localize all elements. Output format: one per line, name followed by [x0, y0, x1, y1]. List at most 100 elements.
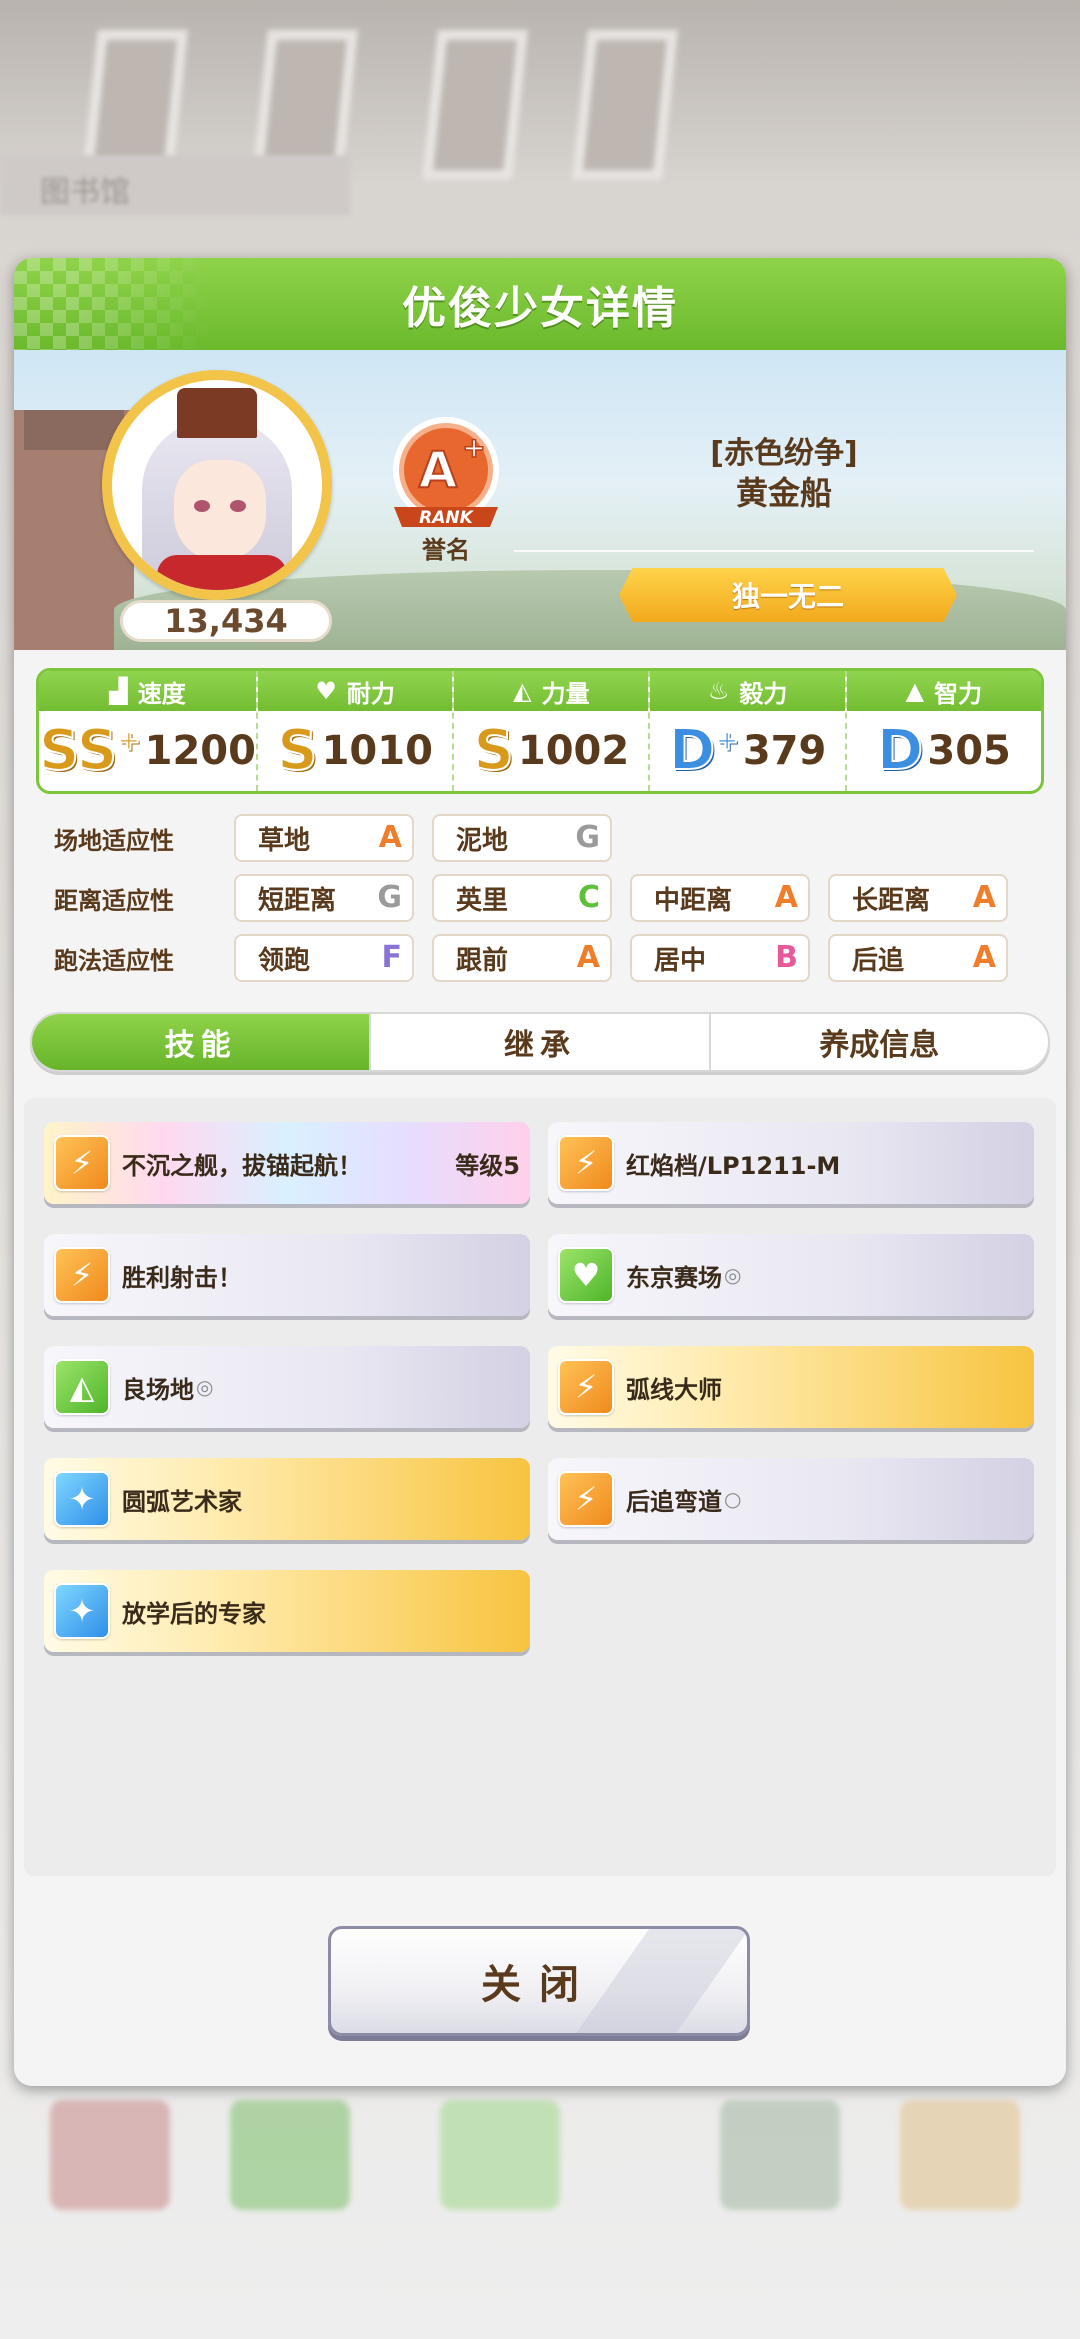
- aptitude-name: 领跑: [258, 945, 311, 976]
- aptitude-distance-3: 长距离 A: [828, 874, 1008, 922]
- muscle-icon: ◭: [513, 677, 532, 705]
- aptitude-style-2: 居中 B: [630, 934, 810, 982]
- background-scene: 图书馆: [0, 0, 1080, 260]
- aptitude-style-0: 领跑 F: [234, 934, 414, 982]
- aptitude-distance-2: 中距离 A: [630, 874, 810, 922]
- stat-value: 379: [742, 728, 827, 774]
- stat-label: 速度: [137, 679, 186, 708]
- stat-header: ◭ 力量: [454, 671, 649, 711]
- skill-name: 良场地: [122, 1375, 194, 1404]
- title-ribbon[interactable]: 独一无二: [619, 568, 957, 622]
- aptitude-name: 居中: [654, 945, 707, 976]
- shoe-icon: ▟: [109, 677, 128, 705]
- heart-icon: ♥: [558, 1247, 614, 1303]
- stat-label: 智力: [934, 679, 983, 708]
- skill-name: 红焰档/LP1211-M: [626, 1151, 841, 1180]
- aptitude-label: 场地适应性: [54, 826, 174, 855]
- skill-grade-mark: ◎: [196, 1375, 214, 1399]
- skill-item[interactable]: ✦ 放学后的专家: [44, 1570, 530, 1652]
- detail-tabs: 技能 继承 养成信息: [30, 1012, 1050, 1072]
- skill-item[interactable]: ✦ 圆弧艺术家: [44, 1458, 530, 1540]
- aptitude-name: 泥地: [456, 825, 509, 856]
- runner-icon: ⚡: [54, 1247, 110, 1303]
- runner-icon: ⚡: [54, 1135, 110, 1191]
- heart-icon: ♥: [315, 677, 337, 705]
- sparkle-icon: ✦: [54, 1583, 110, 1639]
- rank-badge-icon: A + RANK: [393, 417, 499, 528]
- svg-text:A: A: [419, 441, 458, 499]
- character-hero: 13,434 A + RANK 誉名 [赤色纷争] 黄金船 独一无二: [14, 350, 1066, 650]
- stat-grade: D+: [668, 718, 740, 783]
- svg-text:+: +: [462, 431, 485, 464]
- tab-1[interactable]: 继承: [371, 1014, 711, 1070]
- aptitude-name: 中距离: [654, 885, 733, 916]
- stat-header: ▲ 智力: [846, 671, 1041, 711]
- stat-value: 1002: [517, 728, 630, 774]
- evaluation-score: 13,434: [120, 600, 332, 642]
- page-title: 优俊少女详情: [402, 283, 678, 334]
- background-menu-strip: [0, 2090, 1080, 2230]
- runner-icon: ⚡: [558, 1359, 614, 1415]
- skill-name: 胜利射击！: [122, 1263, 242, 1292]
- character-epithet: [赤色纷争]: [710, 436, 858, 471]
- stat-label: 力量: [541, 679, 590, 708]
- aptitude-grade: A: [972, 940, 996, 975]
- skill-item[interactable]: ⚡ 不沉之舰，拔锚起航！ 等级5: [44, 1122, 530, 1204]
- stat-grade: D: [876, 718, 925, 783]
- aptitude-name: 后追: [852, 945, 905, 976]
- runner-icon: ⚡: [558, 1471, 614, 1527]
- skill-name: 圆弧艺术家: [122, 1487, 242, 1516]
- panel-header: 优俊少女详情: [14, 258, 1066, 350]
- aptitude-grade: G: [575, 820, 600, 855]
- muscle-icon: ◭: [54, 1359, 110, 1415]
- skill-grade-mark: ○: [724, 1487, 742, 1511]
- stat-header: ▟ 速度: [39, 671, 256, 711]
- aptitude-name: 英里: [456, 885, 509, 916]
- stat-value: 1010: [321, 728, 433, 774]
- aptitude-track-1: 泥地 G: [432, 814, 612, 862]
- tab-0[interactable]: 技能: [32, 1014, 372, 1070]
- stat-label: 毅力: [739, 679, 788, 708]
- skill-item[interactable]: ⚡ 胜利射击！: [44, 1234, 530, 1316]
- svg-text:RANK: RANK: [419, 508, 474, 528]
- stat-body: D 305: [847, 711, 1041, 791]
- aptitude-grade: F: [381, 940, 403, 975]
- aptitude-label: 跑法适应性: [54, 946, 174, 975]
- skill-item[interactable]: ♥ 东京赛场 ◎: [548, 1234, 1034, 1316]
- aptitude-name: 长距离: [852, 885, 931, 916]
- stat-2: ◭ 力量 S 1002: [454, 671, 651, 791]
- stat-3: ♨ 毅力 D+ 379: [650, 671, 847, 791]
- skill-grade-mark: ◎: [724, 1263, 742, 1287]
- aptitude-grade: A: [378, 820, 402, 855]
- skill-item[interactable]: ⚡ 后追弯道 ○: [548, 1458, 1034, 1540]
- aptitude-label: 距离适应性: [54, 886, 174, 915]
- background-sign-text: 图书馆: [40, 175, 130, 210]
- skill-item[interactable]: ◭ 良场地 ◎: [44, 1346, 530, 1428]
- aptitude-style-1: 跟前 A: [432, 934, 612, 982]
- skill-name: 放学后的专家: [122, 1599, 266, 1628]
- aptitude-grade: B: [775, 940, 798, 975]
- stat-header: ♨ 毅力: [650, 671, 845, 711]
- skill-name: 后追弯道: [626, 1487, 722, 1516]
- stat-body: S 1002: [454, 711, 648, 791]
- umamusume-detail-panel: 优俊少女详情 13,434 A + RANK 誉名 [赤色纷争] 黄金船 独一无…: [14, 258, 1066, 2086]
- sparkle-icon: ✦: [54, 1471, 110, 1527]
- tab-2[interactable]: 养成信息: [711, 1014, 1048, 1070]
- rank-caption: 誉名: [422, 536, 470, 564]
- stat-value: 305: [927, 728, 1011, 774]
- flame-icon: ♨: [707, 677, 730, 705]
- background-window: [572, 30, 678, 180]
- stat-grade: SS+: [39, 718, 142, 783]
- aptitude-grade: G: [377, 880, 402, 915]
- character-portrait[interactable]: [102, 370, 332, 600]
- aptitude-grade: A: [972, 880, 996, 915]
- skill-name: 不沉之舰，拔锚起航！: [122, 1151, 362, 1180]
- skill-item[interactable]: ⚡ 弧线大师: [548, 1346, 1034, 1428]
- aptitude-style-3: 后追 A: [828, 934, 1008, 982]
- skill-item[interactable]: ⚡ 红焰档/LP1211-M: [548, 1122, 1034, 1204]
- background-sign: 图书馆: [0, 155, 350, 215]
- stat-body: S 1010: [258, 711, 452, 791]
- stat-4: ▲ 智力 D 305: [846, 671, 1041, 791]
- stats-panel: ▟ 速度 SS+ 1200 ♥ 耐力 S 1010 ◭ 力量 S 1002 ♨ 毅力 D+ 379 ▲ 智力 D 30…: [36, 668, 1044, 794]
- close-button[interactable]: 关闭: [328, 1926, 750, 2036]
